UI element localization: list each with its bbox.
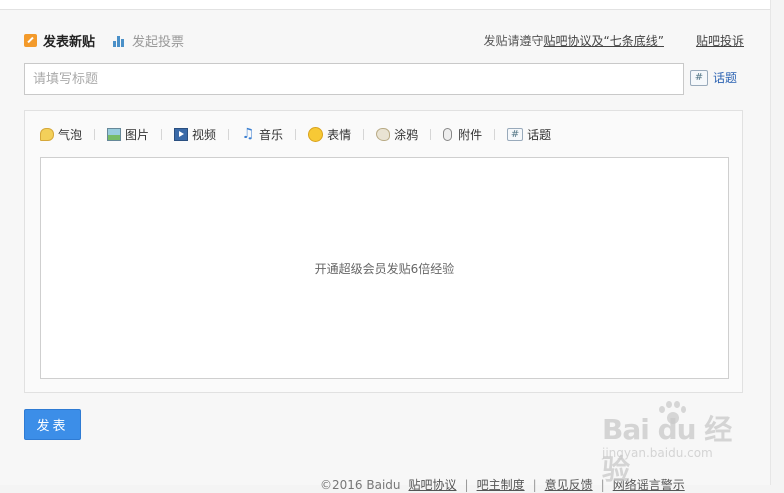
post-editor-page: 发表新贴 发起投票 发贴请遵守 贴吧协议及“七条底线” 贴吧投诉 # 话题 气泡… <box>0 0 771 492</box>
tab-start-vote-label: 发起投票 <box>132 34 185 50</box>
hash-icon: # <box>690 69 708 86</box>
toolbar-music[interactable]: ♫ 音乐 <box>241 126 283 143</box>
toolbar-topic-label: 话题 <box>527 127 552 142</box>
tab-new-post[interactable]: 发表新贴 <box>24 31 95 50</box>
toolbar-bubble-label: 气泡 <box>58 127 83 142</box>
agreement-link[interactable]: 贴吧协议及“七条底线” <box>544 32 664 49</box>
notice-prefix: 发贴请遵守 <box>483 33 544 48</box>
toolbar-bubble[interactable]: 气泡 <box>40 126 82 143</box>
toolbar-divider <box>363 128 365 140</box>
title-input[interactable] <box>24 63 684 95</box>
hash-icon: # <box>507 127 524 141</box>
music-icon: ♫ <box>241 125 255 142</box>
topic-button-label: 话题 <box>713 71 738 85</box>
tab-new-post-label: 发表新贴 <box>43 34 96 50</box>
toolbar-image[interactable]: 图片 <box>107 126 149 143</box>
toolbar-divider <box>430 128 432 140</box>
toolbar-doodle[interactable]: 涂鸦 <box>376 126 418 143</box>
toolbar-topic[interactable]: # 话题 <box>507 126 551 143</box>
toolbar-divider <box>94 128 96 140</box>
header-notice: 发贴请遵守 贴吧协议及“七条底线” 贴吧投诉 <box>484 32 744 49</box>
toolbar-video[interactable]: 视频 <box>174 126 216 143</box>
editor-container: 气泡 图片 视频 ♫ 音乐 表情 涂鸦 附件 # 话题 开通超级会员发贴6倍经验 <box>24 110 743 393</box>
toolbar-image-label: 图片 <box>125 127 150 142</box>
paint-icon <box>376 127 391 141</box>
submit-button[interactable]: 发表 <box>24 409 81 440</box>
video-icon <box>174 127 189 141</box>
bubble-icon <box>40 127 54 141</box>
smiley-icon <box>308 126 324 142</box>
content-editor[interactable]: 开通超级会员发贴6倍经验 <box>40 157 729 379</box>
toolbar-video-label: 视频 <box>192 127 217 142</box>
toolbar-divider <box>161 128 163 140</box>
toolbar-music-label: 音乐 <box>259 127 284 142</box>
toolbar-emoji[interactable]: 表情 <box>308 126 351 143</box>
toolbar-divider <box>295 128 297 140</box>
toolbar-emoji-label: 表情 <box>327 127 352 142</box>
toolbar-divider <box>494 128 496 140</box>
tab-start-vote[interactable]: 发起投票 <box>113 31 184 50</box>
post-header: 发表新贴 发起投票 发贴请遵守 贴吧协议及“七条底线” 贴吧投诉 <box>24 29 744 51</box>
image-icon <box>107 127 122 141</box>
bar-chart-icon <box>113 34 126 47</box>
toolbar-attachment[interactable]: 附件 <box>443 126 482 143</box>
editor-hint: 开通超级会员发贴6倍经验 <box>314 261 455 276</box>
toolbar-divider <box>228 128 230 140</box>
paperclip-icon <box>443 127 453 141</box>
pencil-icon <box>24 33 37 47</box>
editor-toolbar: 气泡 图片 视频 ♫ 音乐 表情 涂鸦 附件 # 话题 <box>40 125 551 143</box>
toolbar-attachment-label: 附件 <box>458 127 483 142</box>
topic-button[interactable]: # 话题 <box>690 69 737 86</box>
top-strip <box>0 0 770 10</box>
report-link[interactable]: 贴吧投诉 <box>696 32 744 49</box>
toolbar-doodle-label: 涂鸦 <box>394 127 419 142</box>
